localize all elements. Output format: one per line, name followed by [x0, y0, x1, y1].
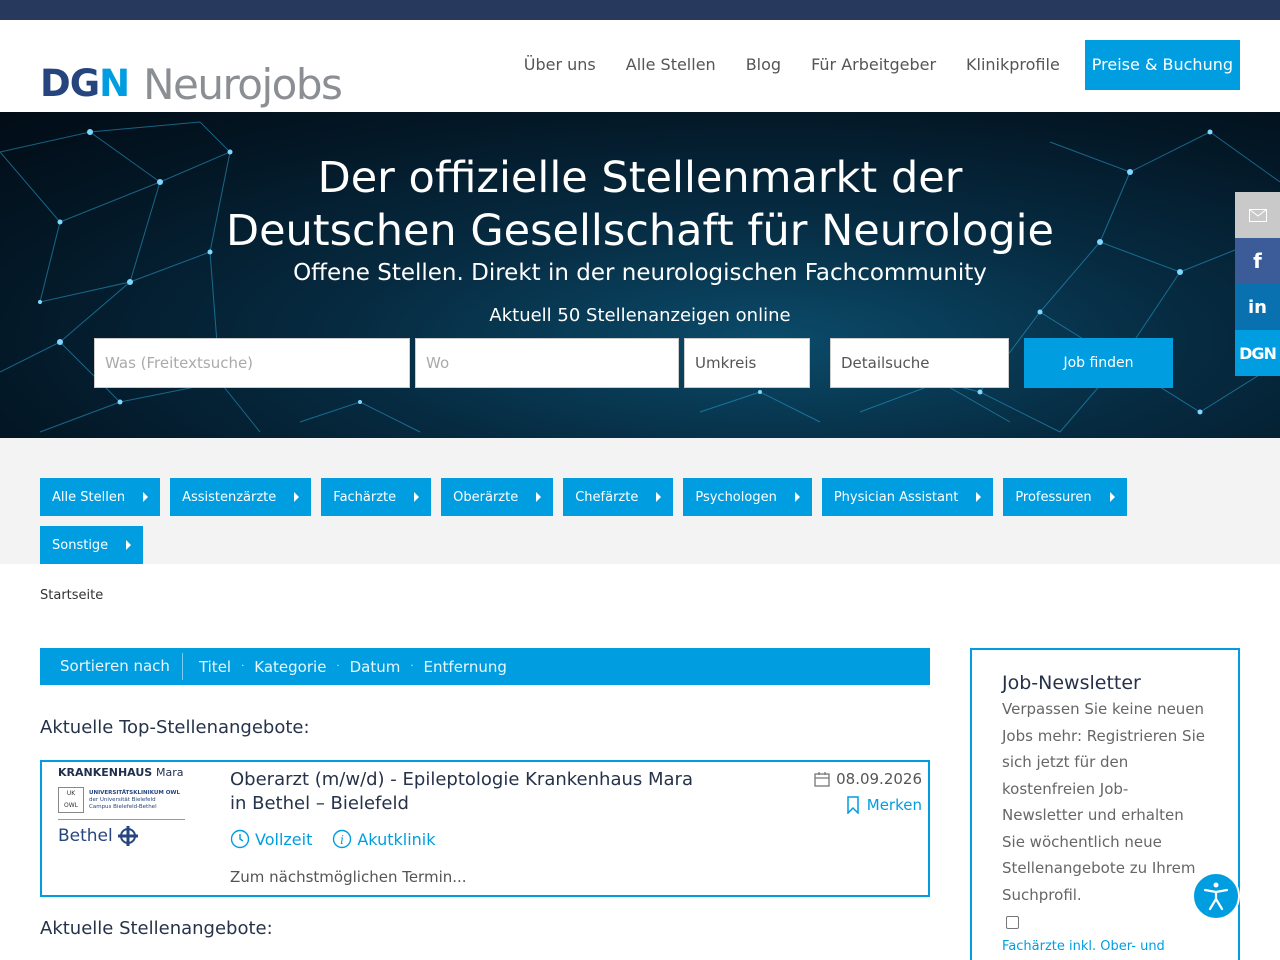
company-logo-name: KRANKENHAUS Mara [58, 766, 184, 779]
category-button-psychologen[interactable]: Psychologen [683, 478, 812, 516]
newsletter-text: Verpassen Sie keine neuen Jobs mehr: Reg… [1002, 700, 1205, 904]
search-submit-button[interactable]: Job finden [1024, 338, 1173, 388]
nav-item-arbeitgeber[interactable]: Für Arbeitgeber [811, 40, 936, 90]
jobs-heading: Aktuelle Stellenangebote: [40, 918, 273, 939]
caret-right-icon [536, 492, 542, 502]
info-icon: i [333, 829, 352, 849]
caret-right-icon [126, 540, 132, 550]
site-logo[interactable]: DGN Neurojobs [40, 60, 343, 109]
sort-label: Sortieren nach [40, 653, 183, 680]
top-jobs-heading: Aktuelle Top-Stellenangebote: [40, 717, 310, 738]
logo-dgn: DGN [40, 61, 130, 105]
newsletter-category-checkbox[interactable] [1006, 916, 1019, 929]
sort-separator: · [336, 661, 340, 672]
main-nav: Über uns Alle Stellen Blog Für Arbeitgeb… [494, 40, 1240, 90]
sort-by-date[interactable]: Datum [350, 658, 401, 676]
calendar-icon [814, 772, 830, 787]
hero-subtitle: Offene Stellen. Direkt in der neurologis… [293, 260, 987, 286]
breadcrumb[interactable]: Startseite [40, 588, 103, 603]
hero-banner: Der offizielle Stellenmarkt der Deutsche… [0, 112, 1280, 438]
job-search-form: Job finden [94, 338, 1173, 388]
hero-title-line-1: Der offizielle Stellenmarkt der [317, 153, 963, 203]
mail-icon [1248, 208, 1267, 222]
caret-right-icon [1109, 492, 1115, 502]
pricing-booking-button[interactable]: Preise & Buchung [1084, 40, 1240, 90]
job-teaser: Zum nächstmöglichen Termin... [230, 868, 467, 886]
category-button-fachärzte[interactable]: Fachärzte [321, 478, 432, 516]
nav-item-ueber-uns[interactable]: Über uns [524, 40, 596, 90]
sort-bar: Sortieren nach Titel · Kategorie · Datum… [40, 648, 930, 685]
dgn-icon: DGN [1239, 343, 1277, 363]
job-date: 08.09.2026 [814, 770, 922, 788]
nav-item-alle-stellen[interactable]: Alle Stellen [626, 40, 716, 90]
category-button-sonstige[interactable]: Sonstige [40, 526, 144, 564]
facebook-icon: f [1253, 249, 1262, 273]
top-bar [0, 0, 1280, 20]
nav-item-blog[interactable]: Blog [746, 40, 781, 90]
share-mail-button[interactable] [1235, 192, 1280, 238]
category-button-alle-stellen[interactable]: Alle Stellen [40, 478, 161, 516]
caret-right-icon [414, 492, 420, 502]
nav-item-klinikprofile[interactable]: Klinikprofile [966, 40, 1060, 90]
site-header: DGN Neurojobs Über uns Alle Stellen Blog… [0, 20, 1280, 112]
category-list: Alle Stellen Assistenzärzte Fachärzte Oberä… [40, 478, 1240, 574]
job-title[interactable]: Oberarzt (m/w/d) - Epileptologie Kranken… [230, 768, 700, 816]
caret-right-icon [976, 492, 982, 502]
sort-separator: · [410, 661, 414, 672]
job-tags: Vollzeit i Akutklinik [230, 829, 455, 849]
company-logo[interactable]: KRANKENHAUS Mara UK OWL UNIVERSITÄTSKLINI… [58, 766, 188, 847]
category-button-professuren[interactable]: Professuren [1003, 478, 1127, 516]
share-linkedin-button[interactable]: in [1235, 284, 1280, 330]
job-count: Aktuell 50 Stellenanzeigen online [489, 305, 791, 326]
search-radius-select[interactable] [684, 338, 810, 388]
sort-by-category[interactable]: Kategorie [254, 658, 326, 676]
bethel-cross-icon [117, 826, 138, 846]
svg-text:i: i [340, 833, 344, 847]
sort-separator: · [241, 661, 245, 672]
facility-type-tag: i Akutklinik [332, 829, 435, 849]
dgn-link-button[interactable]: DGN [1235, 330, 1280, 376]
clock-icon [230, 829, 250, 849]
bookmark-icon [847, 796, 859, 814]
category-button-oberärzte[interactable]: Oberärzte [441, 478, 554, 516]
caret-right-icon [656, 492, 662, 502]
newsletter-title: Job-Newsletter [1002, 672, 1141, 694]
employment-type-tag: Vollzeit [230, 829, 312, 849]
newsletter-category-label[interactable]: Fachärzte inkl. Ober- und [1002, 939, 1208, 954]
category-button-assistenzärzte[interactable]: Assistenzärzte [170, 478, 312, 516]
logo-name: Neurojobs [143, 60, 343, 109]
sort-by-title[interactable]: Titel [199, 658, 231, 676]
hero-title: Der offizielle Stellenmarkt der Deutsche… [0, 152, 1280, 258]
share-facebook-button[interactable]: f [1235, 238, 1280, 284]
accessibility-button[interactable] [1192, 872, 1240, 920]
ukowl-mark: UK OWL [58, 787, 84, 813]
social-sidebar: f in DGN [1235, 192, 1280, 376]
category-button-physician-assistant[interactable]: Physician Assistant [821, 478, 994, 516]
category-button-chefärzte[interactable]: Chefärzte [563, 478, 674, 516]
save-job-button[interactable]: Merken [846, 796, 922, 814]
linkedin-icon: in [1248, 296, 1267, 318]
caret-right-icon [794, 492, 800, 502]
search-detail-select[interactable] [830, 338, 1009, 388]
caret-right-icon [143, 492, 149, 502]
category-filter: Alle Stellen Assistenzärzte Fachärzte Oberä… [0, 438, 1280, 564]
search-where-input[interactable] [415, 338, 679, 388]
sort-by-distance[interactable]: Entfernung [424, 658, 507, 676]
accessibility-icon [1203, 882, 1229, 911]
top-job-card[interactable]: KRANKENHAUS Mara UK OWL UNIVERSITÄTSKLINI… [40, 760, 930, 897]
hero-title-line-2: Deutschen Gesellschaft für Neurologie [225, 206, 1055, 256]
caret-right-icon [294, 492, 300, 502]
search-what-input[interactable] [94, 338, 410, 388]
